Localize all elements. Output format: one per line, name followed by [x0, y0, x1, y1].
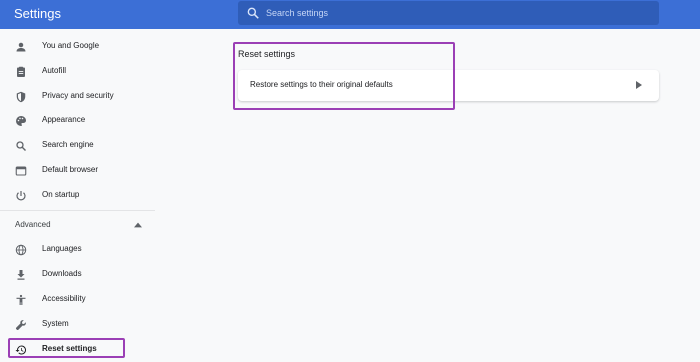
sidebar-item-label: Accessibility	[42, 294, 86, 303]
sidebar-item-label: Autofill	[42, 66, 67, 75]
advanced-label: Advanced	[15, 220, 51, 229]
sidebar-item-label: Appearance	[42, 115, 86, 124]
globe-icon	[15, 244, 27, 256]
caret-up-icon	[134, 222, 142, 228]
sidebar-item-label: Search engine	[42, 140, 94, 149]
sidebar-item-on-startup[interactable]: On startup	[0, 186, 155, 206]
power-icon	[16, 191, 26, 201]
sidebar-item-label: Privacy and security	[42, 91, 114, 100]
download-icon	[17, 270, 25, 280]
sidebar-item-label: System	[42, 319, 69, 328]
sidebar-item-label: Downloads	[42, 269, 82, 278]
accessibility-icon	[16, 294, 26, 305]
search-input[interactable]	[266, 4, 646, 22]
sidebar-item-system[interactable]: System	[0, 315, 155, 335]
sidebar-item-search-engine[interactable]: Search engine	[0, 136, 155, 156]
arrow-right-icon	[636, 81, 642, 89]
sidebar-item-label: You and Google	[42, 41, 100, 50]
shield-icon	[16, 91, 26, 103]
sidebar-item-default-browser[interactable]: Default browser	[0, 161, 155, 181]
top-bar: Settings	[0, 0, 700, 29]
search-icon	[247, 7, 259, 19]
sidebar-item-accessibility[interactable]: Accessibility	[0, 290, 155, 310]
highlight-box-main	[233, 42, 455, 110]
sidebar-item-label: Default browser	[42, 165, 99, 174]
highlight-box-sidebar	[8, 338, 125, 358]
search-icon	[16, 141, 26, 151]
sidebar-advanced-toggle[interactable]: Advanced	[0, 216, 155, 236]
search-box[interactable]	[238, 1, 659, 25]
person-icon	[16, 42, 26, 52]
sidebar-item-label: Languages	[42, 244, 82, 253]
sidebar-item-label: On startup	[42, 190, 80, 199]
sidebar-item-languages[interactable]: Languages	[0, 240, 155, 260]
palette-icon	[16, 116, 26, 126]
browser-icon	[15, 166, 27, 176]
sidebar-item-you-and-google[interactable]: You and Google	[0, 37, 155, 57]
app-title: Settings	[14, 6, 61, 21]
wrench-icon	[15, 320, 26, 331]
sidebar: You and Google Autofill Privacy and secu…	[0, 29, 155, 362]
sidebar-item-appearance[interactable]: Appearance	[0, 111, 155, 131]
sidebar-divider	[0, 210, 155, 211]
sidebar-item-downloads[interactable]: Downloads	[0, 265, 155, 285]
sidebar-item-autofill[interactable]: Autofill	[0, 62, 155, 82]
sidebar-item-privacy-and-security[interactable]: Privacy and security	[0, 87, 155, 107]
clipboard-icon	[17, 66, 25, 77]
